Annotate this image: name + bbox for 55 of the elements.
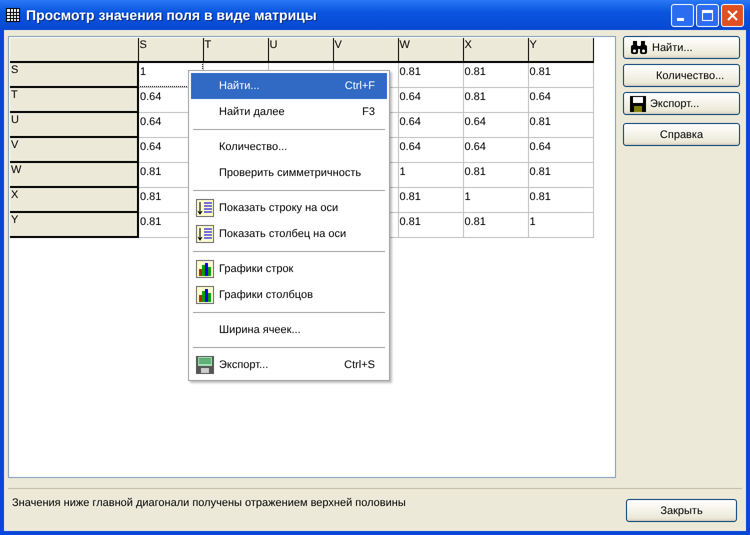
column-header[interactable]: W <box>398 38 463 62</box>
side-button[interactable]: Количество... <box>623 64 740 87</box>
row-header[interactable]: U <box>10 112 138 137</box>
column-header[interactable]: Y <box>528 38 593 62</box>
table-cell[interactable]: 0.81 <box>398 212 463 237</box>
table-cell[interactable]: 0.81 <box>528 62 593 87</box>
row-header[interactable]: W <box>10 162 138 187</box>
menu-item[interactable]: Ширина ячеек... <box>191 317 387 343</box>
table-cell[interactable]: 1 <box>463 187 528 212</box>
close-dialog-button[interactable]: Закрыть <box>626 499 737 522</box>
table-cell[interactable]: 0.81 <box>528 162 593 187</box>
table-cell[interactable]: 1 <box>398 162 463 187</box>
table-cell[interactable]: 0.81 <box>398 187 463 212</box>
side-button[interactable]: Экспорт... <box>623 92 740 115</box>
menu-item[interactable]: Графики столбцов <box>191 282 387 308</box>
menu-item[interactable]: Экспорт... Ctrl+S <box>191 352 387 378</box>
close-button[interactable] <box>721 4 744 26</box>
minimize-button[interactable] <box>671 4 694 26</box>
table-cell[interactable]: 0.64 <box>398 87 463 112</box>
column-header[interactable]: S <box>138 38 203 62</box>
row-header[interactable]: V <box>10 137 138 162</box>
table-cell[interactable]: 0.64 <box>528 137 593 162</box>
table-cell[interactable]: 0.64 <box>463 112 528 137</box>
table-cell[interactable]: 0.81 <box>528 112 593 137</box>
column-header[interactable]: X <box>463 38 528 62</box>
table-cell[interactable]: 0.64 <box>398 137 463 162</box>
column-header[interactable]: T <box>203 38 268 62</box>
table-cell[interactable]: 0.81 <box>528 187 593 212</box>
maximize-button[interactable] <box>696 4 719 26</box>
row-header[interactable]: Y <box>10 212 138 237</box>
grid-icon <box>6 8 20 22</box>
row-header[interactable]: T <box>10 87 138 112</box>
status-text: Значения ниже главной диагонали получены отражением верхней половины <box>11 496 406 509</box>
row-header[interactable]: S <box>10 62 138 87</box>
row-header[interactable]: X <box>10 187 138 212</box>
menu-item[interactable]: Найти... Ctrl+F <box>191 73 387 99</box>
table-cell[interactable]: 0.81 <box>463 162 528 187</box>
column-header[interactable]: V <box>333 38 398 62</box>
table-cell[interactable]: 0.81 <box>463 87 528 112</box>
table-cell[interactable]: 0.64 <box>398 112 463 137</box>
table-cell[interactable]: 0.81 <box>398 62 463 87</box>
table-cell[interactable]: 0.64 <box>528 87 593 112</box>
table-cell[interactable]: 0.81 <box>463 62 528 87</box>
table-cell[interactable]: 0.64 <box>463 137 528 162</box>
menu-item[interactable]: Графики строк <box>191 256 387 282</box>
bar-chart-icon <box>196 286 214 304</box>
column-header[interactable]: U <box>268 38 333 62</box>
bar-chart-icon <box>196 260 214 278</box>
binoculars-icon <box>630 40 648 54</box>
minimize-icon <box>677 18 684 20</box>
window-title: Просмотр значения поля в виде матрицы <box>26 7 317 23</box>
table-cell[interactable]: 1 <box>528 212 593 237</box>
side-button[interactable]: Справка <box>623 123 740 146</box>
side-button[interactable]: Найти... <box>623 36 740 59</box>
table-cell[interactable]: 0.81 <box>463 212 528 237</box>
